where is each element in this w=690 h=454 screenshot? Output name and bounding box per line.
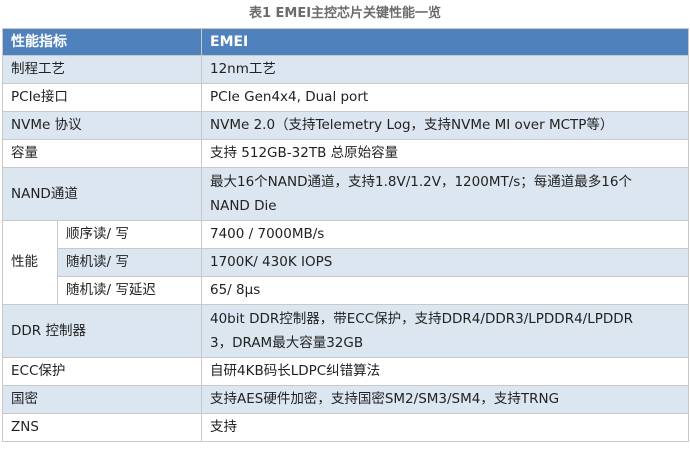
table-row: DDR 控制器 40bit DDR控制器，带ECC保护，支持DDR4/DDR3/… [2,304,689,358]
row-label-pcie: PCIe接口 [2,83,202,112]
row-value-nand-line2: NAND Die [210,198,277,214]
row-sublabel-latency: 随机读/ 写延迟 [57,276,202,305]
table-row: NAND通道 最大16个NAND通道，支持1.8V/1.2V，1200MT/s；… [2,167,689,221]
row-label-crypto: 国密 [2,385,202,414]
row-sublabel-rand: 随机读/ 写 [57,248,202,277]
table-caption: 表1 EMEI主控芯片关键性能一览 [248,6,442,21]
header-metric: 性能指标 [2,28,202,56]
table-row: ZNS 支持 [2,413,689,442]
row-value-ddr: 40bit DDR控制器，带ECC保护，支持DDR4/DDR3/LPDDR4/L… [201,304,689,358]
table-row: 制程工艺 12nm工艺 [2,55,689,84]
table-header-row: 性能指标 EMEI [2,28,689,56]
row-value-nand-line1: 最大16个NAND通道，支持1.8V/1.2V，1200MT/s；每通道最多16… [210,174,632,190]
row-value-nand: 最大16个NAND通道，支持1.8V/1.2V，1200MT/s；每通道最多16… [201,167,689,221]
row-value-pcie: PCIe Gen4x4, Dual port [201,83,689,112]
row-label-process: 制程工艺 [2,55,202,84]
table-row: ECC保护 自研4KB码长LDPC纠错算法 [2,357,689,386]
row-value-nvme: NVMe 2.0（支持Telemetry Log，支持NVMe MI over … [201,111,689,140]
row-value-zns: 支持 [201,413,689,442]
row-label-perf: 性能 [2,220,58,305]
table-row: 性能 顺序读/ 写 7400 / 7000MB/s [2,220,689,305]
row-value-ddr-line1: 40bit DDR控制器，带ECC保护，支持DDR4/DDR3/LPDDR4/L… [210,311,634,327]
row-label-zns: ZNS [2,413,202,442]
row-value-rand: 1700K/ 430K IOPS [201,248,689,277]
row-label-capacity: 容量 [2,139,202,168]
table-row: 随机读/ 写延迟 65/ 8μs [3,276,689,305]
spec-table: 性能指标 EMEI 制程工艺 12nm工艺 PCIe接口 PCIe Gen4x4… [2,28,689,442]
row-value-ecc: 自研4KB码长LDPC纠错算法 [201,357,689,386]
row-value-seq: 7400 / 7000MB/s [201,220,689,249]
row-label-nvme: NVMe 协议 [2,111,202,140]
row-value-process: 12nm工艺 [201,55,689,84]
row-label-nand: NAND通道 [2,167,202,221]
header-emei: EMEI [201,28,689,56]
row-label-ddr: DDR 控制器 [2,304,202,358]
row-label-ecc: ECC保护 [2,357,202,386]
row-value-capacity: 支持 512GB-32TB 总原始容量 [201,139,689,168]
row-sublabel-seq: 顺序读/ 写 [57,220,202,249]
row-value-crypto: 支持AES硬件加密，支持国密SM2/SM3/SM4，支持TRNG [201,385,689,414]
table-row: 随机读/ 写 1700K/ 430K IOPS [3,248,689,277]
row-value-latency: 65/ 8μs [201,276,689,305]
table-row: 容量 支持 512GB-32TB 总原始容量 [2,139,689,168]
table-row: NVMe 协议 NVMe 2.0（支持Telemetry Log，支持NVMe … [2,111,689,140]
table-row: 国密 支持AES硬件加密，支持国密SM2/SM3/SM4，支持TRNG [2,385,689,414]
row-value-ddr-line2: 3，DRAM最大容量32GB [210,335,364,351]
table-row: PCIe接口 PCIe Gen4x4, Dual port [2,83,689,112]
